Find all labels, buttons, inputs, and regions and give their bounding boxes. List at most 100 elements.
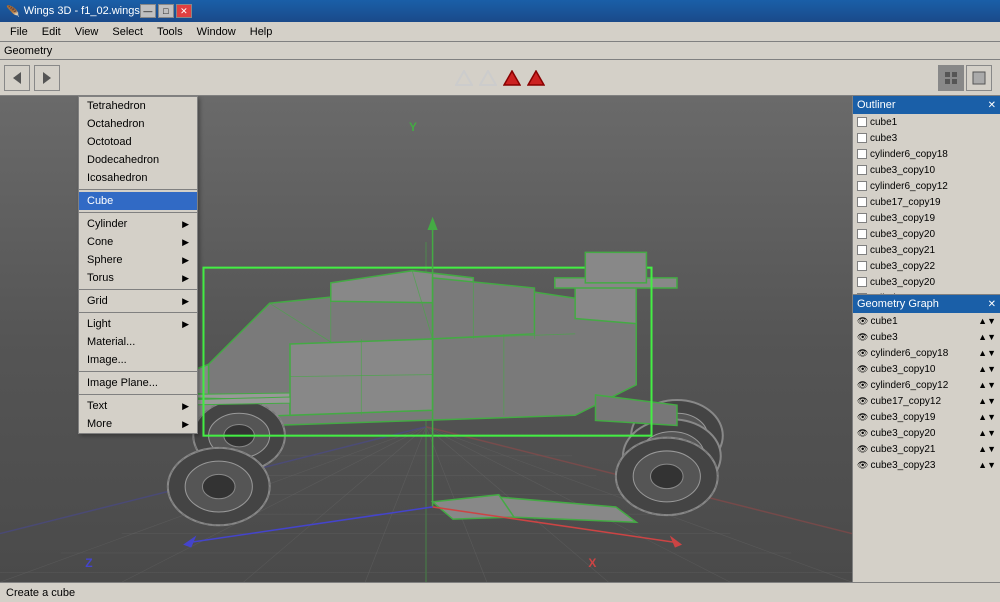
outliner-item[interactable]: cube3_copy22 [853,258,1000,274]
subtitle-text: Geometry [4,45,52,57]
menu-image-plane[interactable]: Image Plane... [79,374,197,392]
geo-graph-item[interactable]: 👁 cylinder6_copy12 ▲▼ [853,377,1000,393]
tri-icon-2 [479,70,497,86]
menu-cone[interactable]: Cone▶ [79,233,197,251]
menu-file[interactable]: File [4,24,34,40]
tri-icon-4 [527,70,545,86]
geo-graph-item[interactable]: 👁 cube17_copy12 ▲▼ [853,393,1000,409]
geo-graph-item[interactable]: 👁 cube3 ▲▼ [853,329,1000,345]
geometry-graph-close-button[interactable]: ✕ [988,299,996,310]
minimize-button[interactable]: — [140,4,156,18]
toolbar-forward-button[interactable] [34,65,60,91]
menu-tetrahedron[interactable]: Tetrahedron [79,97,197,115]
eye-icon: 👁 [857,348,868,359]
menu-dodecahedron[interactable]: Dodecahedron [79,151,197,169]
menu-octahedron[interactable]: Octahedron [79,115,197,133]
geometry-graph-panel: Geometry Graph ✕ 👁 cube1 ▲▼ 👁 cube3 ▲▼ 👁… [853,294,1000,473]
view-mode-btn-2[interactable] [966,65,992,91]
menu-cylinder[interactable]: Cylinder▶ [79,215,197,233]
eye-icon: 👁 [857,316,868,327]
item-checkbox[interactable] [857,277,867,287]
right-panel: Outliner ✕ cube1 cube3 cylinder6_copy18 [852,96,1000,582]
titlebar-controls: — □ ✕ [140,4,192,18]
menu-edit[interactable]: Edit [36,24,67,40]
geo-graph-item[interactable]: 👁 cylinder6_copy18 ▲▼ [853,345,1000,361]
separator-1 [79,189,197,190]
item-checkbox[interactable] [857,197,867,207]
menu-help[interactable]: Help [244,24,279,40]
outliner-panel: Outliner ✕ cube1 cube3 cylinder6_copy18 [853,96,1000,294]
menu-window[interactable]: Window [191,24,242,40]
menu-material[interactable]: Material... [79,333,197,351]
geo-graph-item[interactable]: 👁 cube3_copy20 ▲▼ [853,425,1000,441]
menu-image[interactable]: Image... [79,351,197,369]
item-checkbox[interactable] [857,133,867,143]
separator-5 [79,371,197,372]
axis-z-label: Z [85,556,92,570]
outliner-item[interactable]: cube1 [853,114,1000,130]
outliner-item[interactable]: cube3_copy20 [853,274,1000,290]
item-checkbox[interactable] [857,149,867,159]
maximize-button[interactable]: □ [158,4,174,18]
geo-graph-item[interactable]: 👁 cube3_copy21 ▲▼ [853,441,1000,457]
item-checkbox[interactable] [857,229,867,239]
tri-icon-3 [503,70,521,86]
subtitle-bar: Geometry [0,42,1000,60]
item-checkbox[interactable] [857,213,867,223]
viewport[interactable]: X Y Z Tetrahedron Octahedron Octotoad Do… [0,96,852,582]
item-checkbox[interactable] [857,245,867,255]
eye-icon: 👁 [857,396,868,407]
statusbar-text: Create a cube [6,587,75,599]
outliner-close-button[interactable]: ✕ [988,100,996,111]
menu-octotoad[interactable]: Octotoad [79,133,197,151]
separator-6 [79,394,197,395]
outliner-item[interactable]: cylinder6_copy12 [853,178,1000,194]
menubar: File Edit View Select Tools Window Help [0,22,1000,42]
menu-light[interactable]: Light▶ [79,315,197,333]
dropdown-menu: Tetrahedron Octahedron Octotoad Dodecahe… [78,96,198,434]
menu-tools[interactable]: Tools [151,24,189,40]
statusbar: Create a cube [0,582,1000,602]
separator-4 [79,312,197,313]
item-checkbox[interactable] [857,165,867,175]
menu-grid[interactable]: Grid▶ [79,292,197,310]
eye-icon: 👁 [857,460,868,471]
eye-icon: 👁 [857,364,868,375]
toolbar-back-button[interactable] [4,65,30,91]
geo-graph-item[interactable]: 👁 cube3_copy23 ▲▼ [853,457,1000,473]
menu-icosahedron[interactable]: Icosahedron [79,169,197,187]
close-button[interactable]: ✕ [176,4,192,18]
menu-text[interactable]: Text▶ [79,397,197,415]
geo-graph-item[interactable]: 👁 cube1 ▲▼ [853,313,1000,329]
view-mode-btn-1[interactable] [938,65,964,91]
outliner-item[interactable]: cube17_copy19 [853,194,1000,210]
geo-graph-item[interactable]: 👁 cube3_copy10 ▲▼ [853,361,1000,377]
menu-cube[interactable]: Cube [79,192,197,210]
outliner-item[interactable]: cube3_copy20 [853,226,1000,242]
menu-more[interactable]: More▶ [79,415,197,433]
outliner-item[interactable]: cube3_copy10 [853,162,1000,178]
eye-icon: 👁 [857,380,868,391]
outliner-item[interactable]: cube3_copy21 [853,242,1000,258]
menu-torus[interactable]: Torus▶ [79,269,197,287]
scene-background: X Y Z Tetrahedron Octahedron Octotoad Do… [0,96,852,582]
separator-2 [79,212,197,213]
item-checkbox[interactable] [857,117,867,127]
outliner-list[interactable]: cube1 cube3 cylinder6_copy18 cube3_copy1… [853,114,1000,294]
axis-y-label: Y [409,120,417,134]
menu-sphere[interactable]: Sphere▶ [79,251,197,269]
outliner-item[interactable]: cube3 [853,130,1000,146]
geometry-graph-list[interactable]: 👁 cube1 ▲▼ 👁 cube3 ▲▼ 👁 cylinder6_copy18… [853,313,1000,473]
item-checkbox[interactable] [857,261,867,271]
titlebar-title: Wings 3D - f1_02.wings [24,5,140,17]
outliner-title: Outliner [857,99,896,111]
outliner-item[interactable]: cylinder6_copy18 [853,146,1000,162]
outliner-item[interactable]: cube3_copy19 [853,210,1000,226]
menu-select[interactable]: Select [106,24,149,40]
geometry-graph-header: Geometry Graph ✕ [853,295,1000,313]
menu-view[interactable]: View [69,24,105,40]
eye-icon: 👁 [857,444,868,455]
item-checkbox[interactable] [857,181,867,191]
eye-icon: 👁 [857,412,868,423]
geo-graph-item[interactable]: 👁 cube3_copy19 ▲▼ [853,409,1000,425]
